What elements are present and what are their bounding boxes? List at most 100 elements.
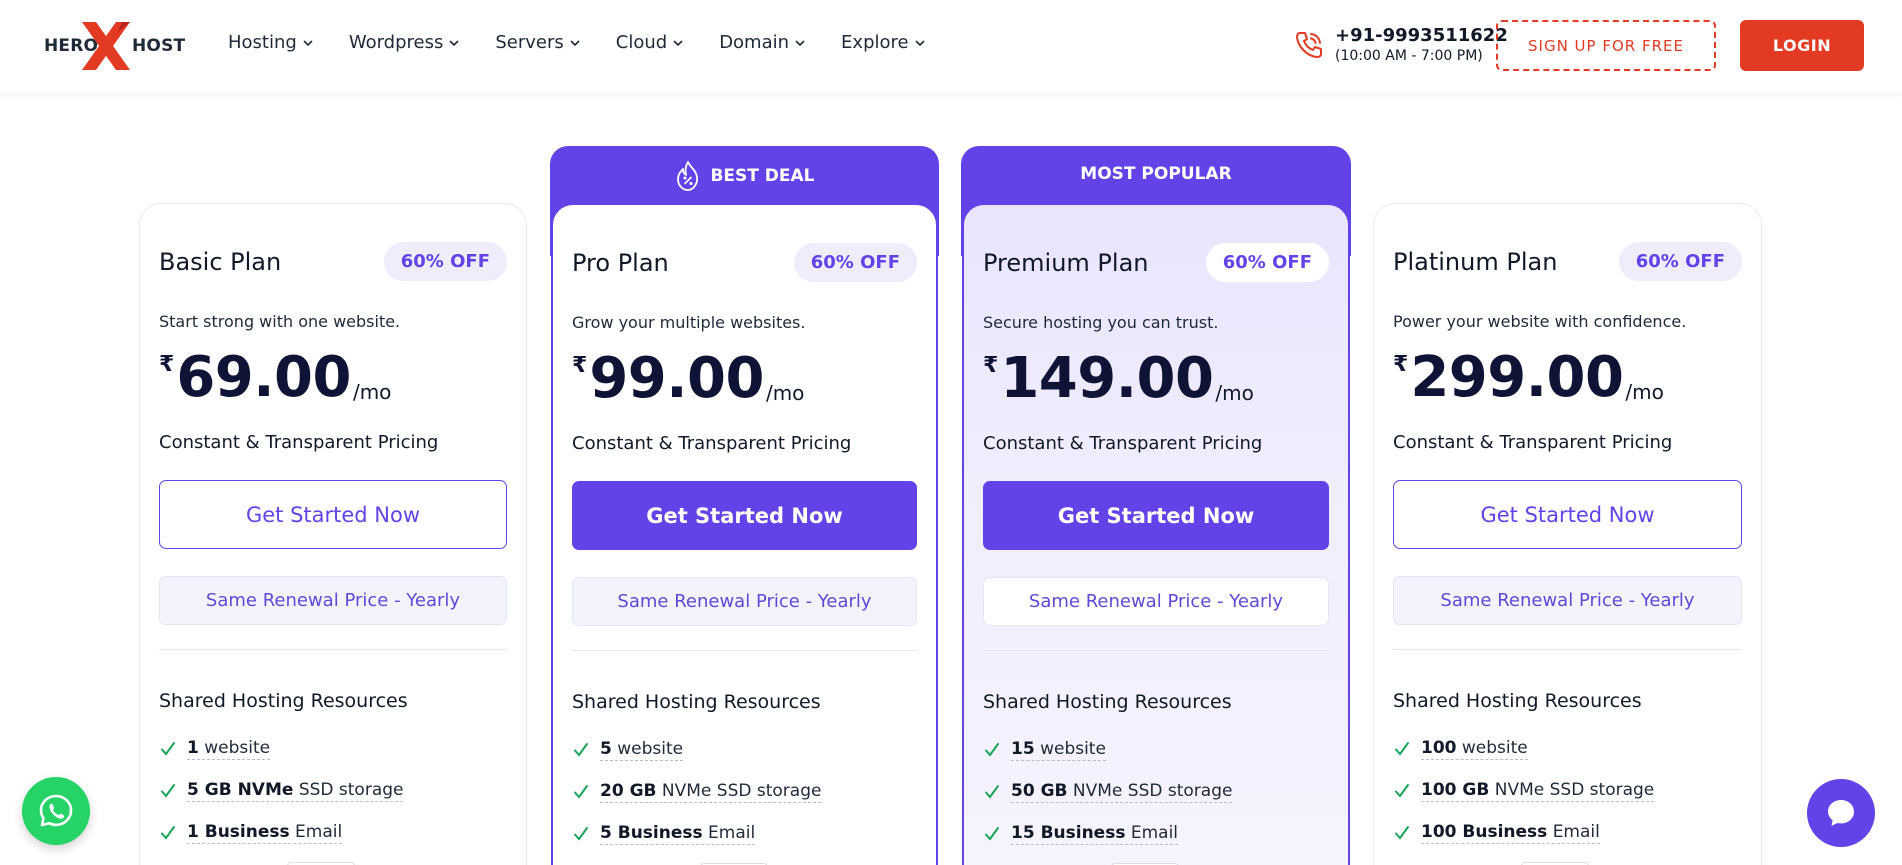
currency-symbol: ₹: [983, 353, 999, 378]
chat-bubble-icon: [1828, 800, 1854, 826]
check-icon: [985, 827, 999, 841]
plan-card-basic: Basic Plan 60% OFF Start strong with one…: [139, 203, 527, 865]
feature-value: 100: [1421, 738, 1457, 758]
nav-item-cloud[interactable]: Cloud: [616, 32, 683, 53]
feature-label: Email: [295, 822, 343, 842]
chevron-down-icon: [915, 39, 925, 46]
resources-title: Shared Hosting Resources: [159, 690, 408, 712]
feature-label: website: [617, 739, 684, 759]
feature-value: 100 GB: [1421, 780, 1490, 800]
nav-label: Explore: [841, 32, 909, 53]
feature-list: 100 website 100 GB NVMe SSD storage 100 …: [1393, 728, 1655, 865]
price-period: /mo: [1215, 381, 1254, 405]
check-icon: [574, 743, 588, 757]
check-icon: [1395, 784, 1409, 798]
plan-tagline: Secure hosting you can trust.: [983, 313, 1219, 332]
check-icon: [161, 742, 175, 756]
login-button[interactable]: LOGIN: [1740, 20, 1864, 71]
get-started-button[interactable]: Get Started Now: [983, 481, 1329, 550]
main-nav: Hosting Wordpress Servers Cloud Domain E…: [228, 32, 961, 53]
feature-label: SSD storage: [298, 780, 404, 800]
feature-item: 5 website: [572, 729, 821, 771]
check-icon: [1395, 826, 1409, 840]
phone-number: +91-9993511622: [1335, 25, 1508, 46]
nav-item-hosting[interactable]: Hosting: [228, 32, 313, 53]
feature-list: 5 website 20 GB NVMe SSD storage 5 Busin…: [572, 729, 822, 865]
chat-button[interactable]: [1807, 779, 1875, 847]
feature-item: 50 GB NVMe SSD storage: [983, 771, 1233, 813]
currency-symbol: ₹: [1393, 352, 1409, 377]
fire-discount-icon: [677, 161, 699, 191]
currency-symbol: ₹: [572, 353, 588, 378]
plan-tagline: Grow your multiple websites.: [572, 313, 806, 332]
whatsapp-icon: [39, 794, 73, 827]
currency-symbol: ₹: [159, 352, 175, 377]
nav-label: Cloud: [615, 32, 668, 53]
renewal-note: Same Renewal Price - Yearly: [572, 577, 917, 626]
feature-label: website: [1040, 739, 1106, 759]
chevron-down-icon: [303, 39, 313, 46]
divider: [1393, 649, 1742, 650]
feature-item: 100 website: [1393, 728, 1654, 770]
feature-value: 5: [600, 739, 612, 759]
get-started-button[interactable]: Get Started Now: [159, 480, 507, 549]
feature-label: website: [204, 738, 271, 758]
check-icon: [161, 784, 175, 798]
nav-item-servers[interactable]: Servers: [495, 32, 580, 53]
discount-badge: 60% OFF: [793, 243, 917, 282]
feature-label: Email: [1130, 823, 1179, 843]
support-hours: (10:00 AM - 7:00 PM): [1335, 48, 1483, 64]
feature-item: 100 Business Email: [1393, 812, 1654, 854]
plan-card-platinum: Platinum Plan 60% OFF Power your website…: [1373, 203, 1762, 865]
feature-value: 50 GB: [1011, 781, 1068, 801]
plan-card-pro: Pro Plan 60% OFF Grow your multiple webs…: [551, 203, 938, 865]
price-period: /mo: [765, 381, 805, 405]
pricing-note: Constant & Transparent Pricing: [983, 433, 1263, 454]
discount-badge: 60% OFF: [1205, 243, 1329, 282]
chevron-down-icon: [449, 39, 459, 46]
feature-value: 20 GB: [600, 781, 657, 801]
nav-item-wordpress[interactable]: Wordpress: [349, 32, 460, 53]
feature-value: 100 Business: [1421, 822, 1548, 842]
feature-item: 5 GB NVMe SSD storage: [159, 770, 404, 812]
feature-list: 1 website 5 GB NVMe SSD storage 1 Busine…: [159, 728, 404, 865]
plan-tagline: Start strong with one website.: [159, 312, 401, 331]
feature-label: website: [1461, 738, 1528, 758]
phone-icon: [1296, 32, 1322, 58]
feature-item-partial: [159, 854, 403, 865]
feature-value: 1: [187, 738, 199, 758]
feature-label: Email: [708, 823, 756, 843]
nav-label: Wordpress: [348, 32, 444, 53]
price-period: /mo: [352, 380, 392, 404]
feature-value: 5 Business: [600, 823, 703, 843]
check-icon: [985, 743, 999, 757]
feature-item-partial: [572, 855, 821, 865]
nav-label: Hosting: [228, 32, 297, 53]
most-popular-label: MOST POPULAR: [1080, 164, 1232, 184]
herohost-logo[interactable]: HERO HOST: [42, 22, 185, 70]
whatsapp-button[interactable]: [22, 777, 90, 845]
contact-phone[interactable]: +91-9993511622 (10:00 AM - 7:00 PM): [1293, 26, 1508, 66]
pricing-note: Constant & Transparent Pricing: [1393, 432, 1673, 453]
signup-button[interactable]: SIGN UP FOR FREE: [1496, 20, 1716, 71]
feature-item-partial: [1393, 854, 1654, 865]
get-started-button[interactable]: Get Started Now: [1393, 480, 1742, 549]
discount-badge: 60% OFF: [383, 242, 507, 281]
price-amount: 69.00: [176, 345, 351, 410]
chevron-down-icon: [570, 39, 580, 46]
feature-item: 5 Business Email: [572, 813, 821, 855]
nav-item-domain[interactable]: Domain: [719, 32, 805, 53]
nav-item-explore[interactable]: Explore: [841, 32, 925, 53]
chevron-down-icon: [795, 39, 805, 46]
feature-item: 15 website: [983, 729, 1232, 771]
nav-label: Domain: [719, 32, 790, 53]
feature-value: 5 GB NVMe: [187, 780, 294, 800]
feature-value: 1 Business: [187, 822, 290, 842]
get-started-button[interactable]: Get Started Now: [572, 481, 917, 550]
price-period: /mo: [1625, 380, 1664, 404]
feature-label: NVMe SSD storage: [1494, 780, 1655, 800]
pricing-note: Constant & Transparent Pricing: [159, 432, 439, 453]
check-icon: [985, 785, 999, 799]
plan-name: Premium Plan: [983, 248, 1149, 277]
check-icon: [574, 827, 588, 841]
